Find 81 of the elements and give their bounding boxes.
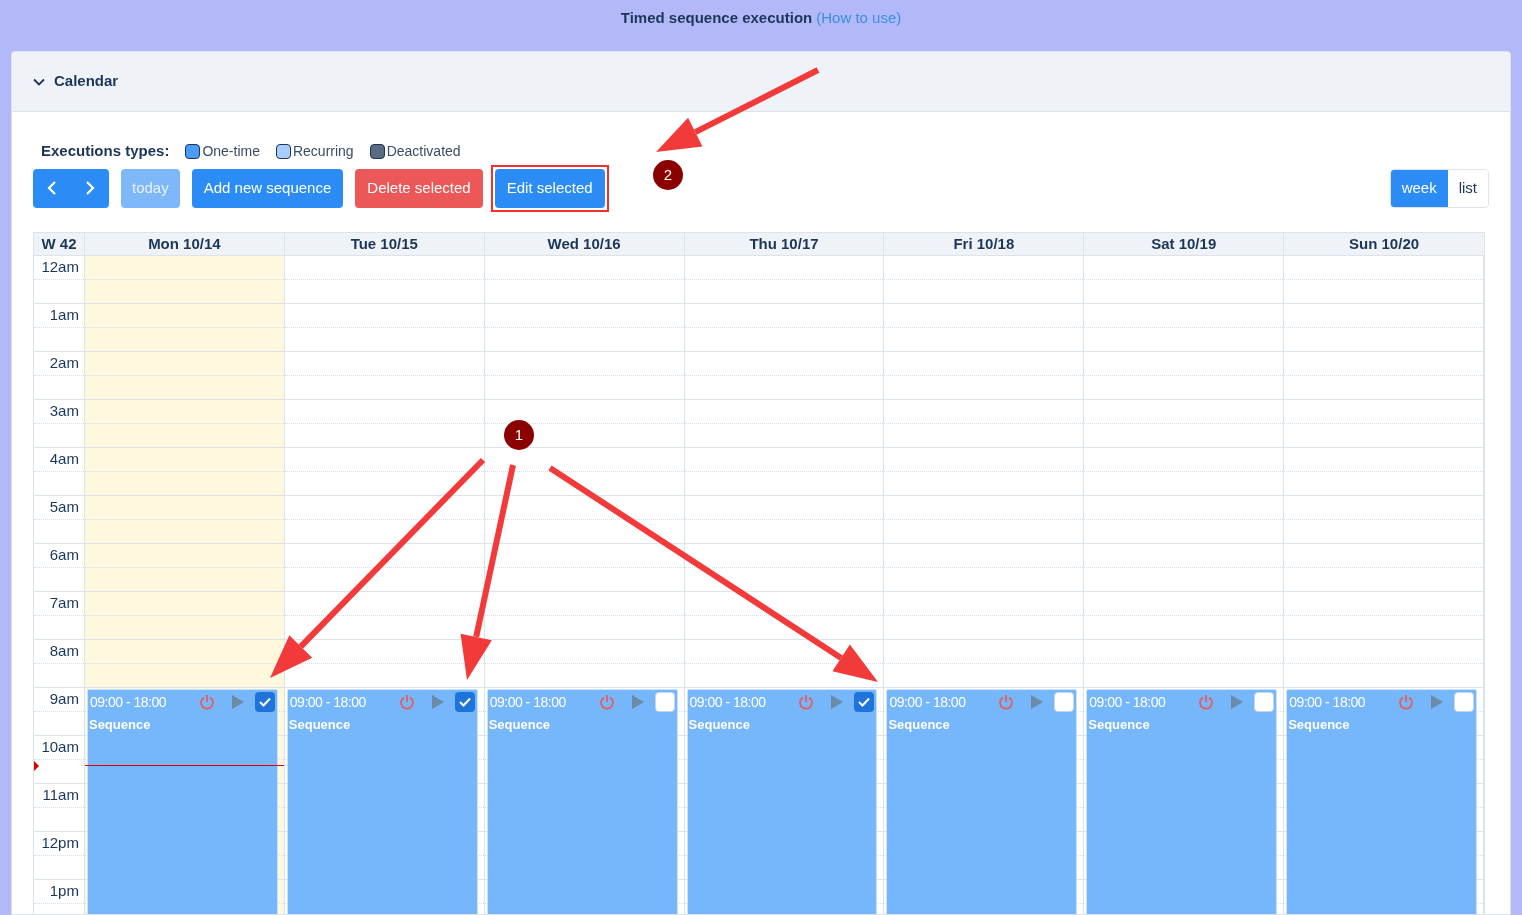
play-icon[interactable] xyxy=(230,695,245,709)
event-time: 09:00 - 18:00 xyxy=(1089,692,1166,712)
toolbar-button[interactable]: Edit selected xyxy=(494,168,605,208)
event-block[interactable]: 09:00 - 18:00 Sequence xyxy=(686,689,878,914)
power-icon[interactable] xyxy=(1398,694,1414,710)
legend-text: Deactivated xyxy=(386,141,461,161)
hour-label: 1am xyxy=(49,305,79,325)
event-title: Sequence xyxy=(687,716,751,734)
event-checkbox[interactable] xyxy=(1454,692,1474,712)
play-icon[interactable] xyxy=(430,695,445,709)
event-time: 09:00 - 18:00 xyxy=(489,692,566,712)
day-header: Sat 10/19 xyxy=(1084,233,1285,255)
event-time: 09:00 - 18:00 xyxy=(289,692,366,712)
hour-label: 12pm xyxy=(41,833,79,853)
legend-text: Recurring xyxy=(292,141,354,161)
day-header: Wed 10/16 xyxy=(484,233,685,255)
power-icon[interactable] xyxy=(1198,694,1215,710)
play-icon[interactable] xyxy=(630,695,645,709)
event-block[interactable]: 09:00 - 18:00 Sequence xyxy=(1286,689,1477,914)
event-title: Sequence xyxy=(87,716,152,734)
hour-label: 11am xyxy=(42,785,79,805)
hour-label: 10am xyxy=(41,737,79,757)
day-header: Sun 10/20 xyxy=(1348,233,1421,254)
checkmark-icon xyxy=(458,697,471,707)
event-time: 09:00 - 18:00 xyxy=(1289,692,1366,712)
power-icon[interactable] xyxy=(398,694,415,710)
event-title: Sequence xyxy=(887,716,951,734)
hour-label: 9am xyxy=(49,689,79,709)
toolbar-button[interactable]: Add new sequence xyxy=(191,168,344,208)
play-icon[interactable] xyxy=(830,695,845,709)
play-icon[interactable] xyxy=(1030,695,1045,709)
legend-label: Executions types: xyxy=(41,140,170,161)
power-icon[interactable] xyxy=(798,694,815,710)
view-tab[interactable]: week xyxy=(1390,169,1448,207)
current-time-marker xyxy=(34,761,39,771)
chevron-right-icon xyxy=(85,180,95,196)
play-icon[interactable] xyxy=(1430,695,1444,709)
power-icon[interactable] xyxy=(998,694,1015,710)
day-header: Fri 10/18 xyxy=(884,233,1085,255)
hour-label: 2am xyxy=(49,353,79,373)
event-checkbox[interactable] xyxy=(1054,692,1075,712)
event-checkbox[interactable] xyxy=(654,692,675,712)
hour-label: 8am xyxy=(49,641,79,661)
chevron-left-icon xyxy=(47,180,57,196)
hour-label: 1pm xyxy=(49,881,79,901)
event-title: Sequence xyxy=(287,716,352,734)
hour-label: 7am xyxy=(49,593,79,613)
day-header: Mon 10/14 xyxy=(84,233,285,255)
event-block[interactable]: 09:00 - 18:00 Sequence xyxy=(486,689,678,914)
checkmark-icon xyxy=(858,697,871,707)
hour-label: 4am xyxy=(49,449,79,469)
hour-label: 12am xyxy=(41,257,79,277)
toolbar-button[interactable]: Delete selected xyxy=(355,168,483,208)
event-block[interactable]: 09:00 - 18:00 Sequence xyxy=(1086,689,1278,914)
event-block[interactable]: 09:00 - 18:00 Sequence xyxy=(286,689,478,914)
event-block[interactable]: 09:00 - 18:00 Sequence xyxy=(86,689,278,914)
event-checkbox[interactable] xyxy=(254,692,275,712)
hour-label: 5am xyxy=(49,497,79,517)
power-icon[interactable] xyxy=(598,694,615,710)
event-checkbox[interactable] xyxy=(854,692,875,712)
day-header: Thu 10/17 xyxy=(684,233,885,255)
event-checkbox[interactable] xyxy=(454,692,475,712)
play-icon[interactable] xyxy=(1230,695,1245,709)
event-title: Sequence xyxy=(1287,716,1351,734)
checkmark-icon xyxy=(258,697,271,707)
event-time: 09:00 - 18:00 xyxy=(889,692,966,712)
event-checkbox[interactable] xyxy=(1254,692,1275,712)
hour-label: 3am xyxy=(49,401,79,421)
legend-text: One-time xyxy=(202,141,260,161)
panel-title[interactable]: Calendar xyxy=(54,70,119,93)
power-icon[interactable] xyxy=(198,694,215,710)
day-header: Tue 10/15 xyxy=(284,233,485,255)
page-title: Timed sequence execution xyxy=(620,8,813,29)
hour-label: 6am xyxy=(49,545,79,565)
event-title: Sequence xyxy=(487,716,552,734)
event-time: 09:00 - 18:00 xyxy=(689,692,766,712)
event-time: 09:00 - 18:00 xyxy=(89,692,166,712)
event-block[interactable]: 09:00 - 18:00 Sequence xyxy=(886,689,1078,914)
event-title: Sequence xyxy=(1087,716,1151,734)
how-to-use-link[interactable]: (How to use) xyxy=(816,7,902,30)
week-number: W 42 xyxy=(34,233,85,255)
